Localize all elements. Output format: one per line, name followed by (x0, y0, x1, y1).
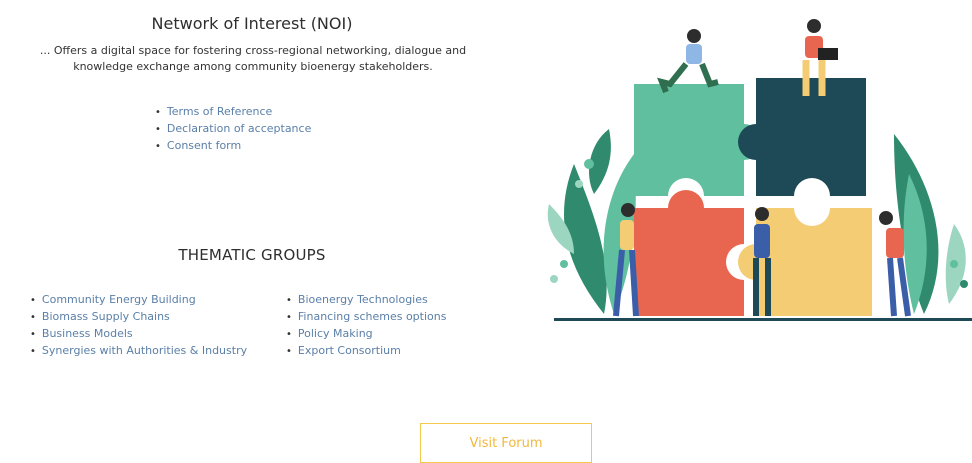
noi-description: ... Offers a digital space for fostering… (39, 44, 467, 73)
bullet-icon: • (30, 295, 36, 306)
list-item: • Consent form (155, 138, 311, 155)
ground-line (554, 318, 972, 321)
list-item: • Declaration of acceptance (155, 121, 311, 138)
list-item: • Community Energy Building (30, 292, 247, 309)
visit-forum-button[interactable]: Visit Forum (420, 423, 592, 463)
noi-title: Network of Interest (NOI) (151, 14, 353, 33)
list-item: • Business Models (30, 326, 247, 343)
bullet-icon: • (286, 329, 292, 340)
bullet-icon: • (286, 346, 292, 357)
puzzle-team-illustration-icon (547, 19, 972, 321)
list-item: • Export Consortium (286, 343, 446, 360)
list-item: • Policy Making (286, 326, 446, 343)
declaration-of-acceptance-link[interactable]: Declaration of acceptance (167, 122, 311, 135)
person-top-left (657, 29, 719, 94)
bullet-icon: • (30, 329, 36, 340)
financing-schemes-link[interactable]: Financing schemes options (298, 310, 447, 323)
bullet-icon: • (30, 346, 36, 357)
thematic-groups-left-list: • Community Energy Building • Biomass Supp… (30, 292, 247, 360)
noi-links-list: • Terms of Reference • Declaration of acce… (155, 104, 311, 155)
thematic-groups-right-list: • Bioenergy Technologies • Financing schem… (286, 292, 446, 360)
bullet-icon: • (30, 312, 36, 323)
bullet-icon: • (155, 124, 161, 135)
community-energy-building-link[interactable]: Community Energy Building (42, 293, 196, 306)
terms-of-reference-link[interactable]: Terms of Reference (167, 105, 272, 118)
list-item: • Synergies with Authorities & Industry (30, 343, 247, 360)
list-item: • Biomass Supply Chains (30, 309, 247, 326)
business-models-link[interactable]: Business Models (42, 327, 133, 340)
bioenergy-technologies-link[interactable]: Bioenergy Technologies (298, 293, 428, 306)
bullet-icon: • (155, 141, 161, 152)
synergies-link[interactable]: Synergies with Authorities & Industry (42, 344, 247, 357)
biomass-supply-chains-link[interactable]: Biomass Supply Chains (42, 310, 170, 323)
bullet-icon: • (286, 295, 292, 306)
bullet-icon: • (155, 107, 161, 118)
consent-form-link[interactable]: Consent form (167, 139, 241, 152)
list-item: • Financing schemes options (286, 309, 446, 326)
policy-making-link[interactable]: Policy Making (298, 327, 373, 340)
list-item: • Terms of Reference (155, 104, 311, 121)
list-item: • Bioenergy Technologies (286, 292, 446, 309)
thematic-groups-title: THEMATIC GROUPS (178, 246, 326, 264)
bullet-icon: • (286, 312, 292, 323)
export-consortium-link[interactable]: Export Consortium (298, 344, 401, 357)
